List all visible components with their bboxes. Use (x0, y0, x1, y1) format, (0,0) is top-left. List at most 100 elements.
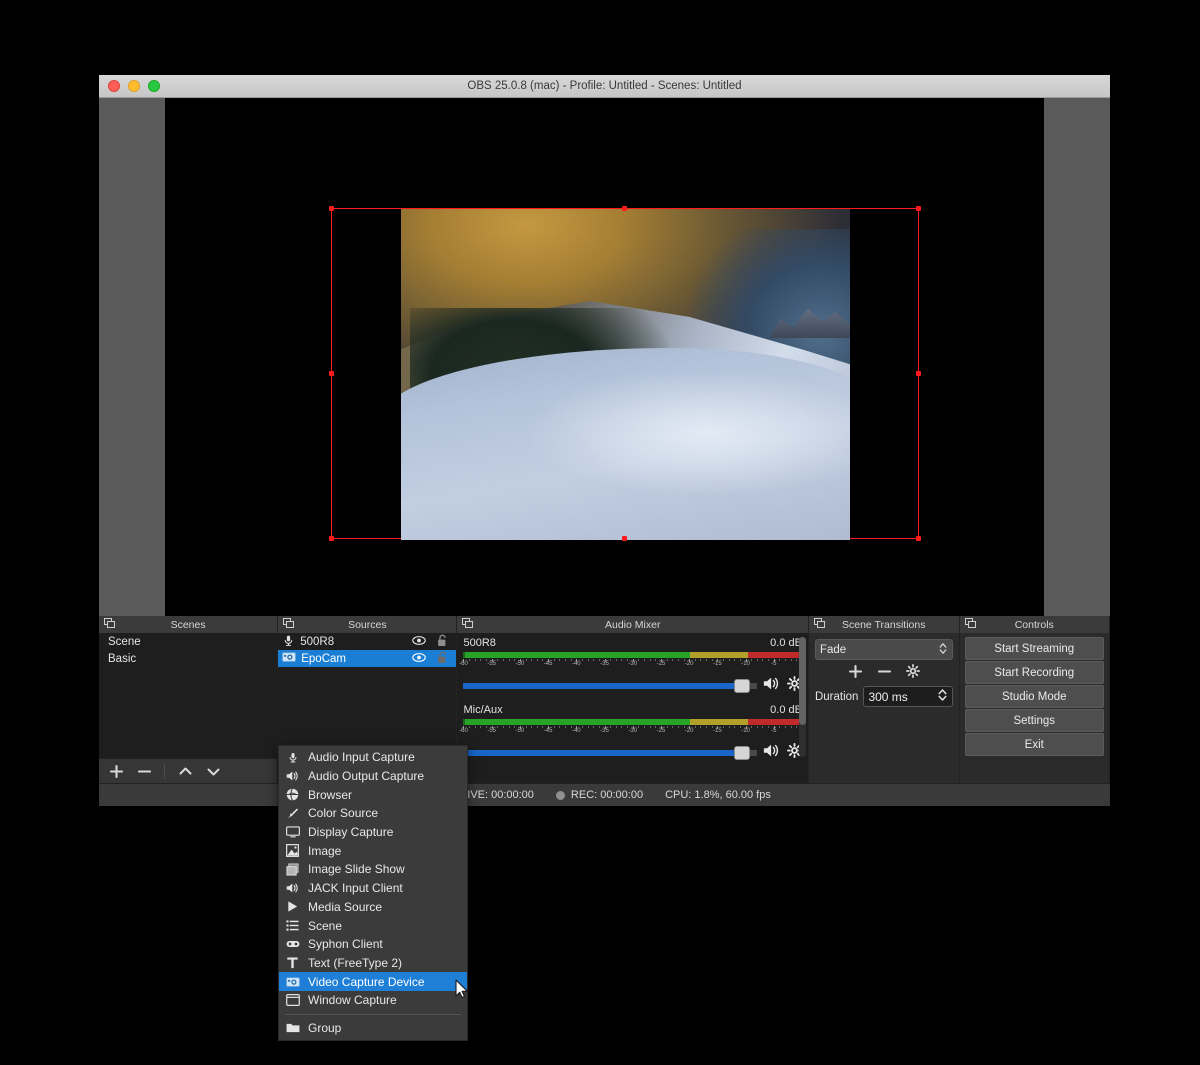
channel-db: 0.0 dB (770, 704, 802, 716)
selection-handle-bottom-right[interactable] (916, 536, 921, 541)
remove-scene-button[interactable] (131, 761, 157, 782)
menu-item-video-capture-device[interactable]: Video Capture Device (279, 972, 467, 991)
menu-item-image[interactable]: Image (279, 841, 467, 860)
window-title: OBS 25.0.8 (mac) - Profile: Untitled - S… (467, 80, 742, 92)
float-window-icon[interactable] (283, 618, 295, 632)
menu-item-label: Audio Input Capture (308, 750, 415, 765)
eye-icon[interactable] (412, 652, 427, 666)
menu-item-text-freetype[interactable]: Text (FreeType 2) (279, 954, 467, 973)
preview-canvas[interactable] (165, 98, 1044, 616)
float-window-icon[interactable] (462, 618, 474, 632)
exit-button[interactable]: Exit (964, 733, 1105, 756)
volume-slider[interactable] (463, 746, 757, 760)
transitions-dock-label: Scene Transitions (842, 618, 926, 631)
unlock-icon[interactable] (437, 634, 448, 650)
record-indicator-icon (555, 790, 565, 800)
menu-item-media-source[interactable]: Media Source (279, 898, 467, 917)
source-selection-box[interactable] (329, 206, 921, 541)
app-root: OBS 25.0.8 (mac) - Profile: Untitled - S… (0, 0, 1200, 1065)
sources-list[interactable]: 500R8 EpoCam (278, 633, 457, 758)
mixer-dock-body: 500R8 0.0 dB -60 -55 -50 -45 -40 -35 -30 -25 -20… (457, 633, 809, 783)
volume-row (463, 743, 802, 763)
brush-icon (285, 807, 300, 820)
menu-item-image-slide-show[interactable]: Image Slide Show (279, 860, 467, 879)
add-scene-button[interactable] (103, 761, 129, 782)
volume-row (463, 676, 802, 696)
transition-select[interactable]: Fade (814, 639, 953, 660)
studio-mode-button[interactable]: Studio Mode (964, 685, 1105, 708)
source-list-item[interactable]: 500R8 (278, 633, 456, 650)
add-source-context-menu[interactable]: Audio Input Capture Audio Output Capture… (278, 745, 468, 1042)
menu-item-label: Audio Output Capture (308, 769, 425, 784)
volume-meter (463, 719, 802, 725)
dock-row: Scenes Scene Basic Sources 500R8 EpoCam … (99, 616, 1111, 783)
scenes-list[interactable]: Scene Basic (99, 633, 278, 758)
audio-mixer-dock: Audio Mixer 500R8 0.0 dB -60 -55 -50 -45… (457, 616, 809, 783)
duration-input[interactable]: 300 ms (863, 686, 953, 707)
add-transition-button[interactable] (848, 664, 863, 684)
selection-handle-top-right[interactable] (916, 206, 921, 211)
menu-item-label: Color Source (308, 806, 379, 821)
transition-properties-button[interactable] (905, 664, 920, 683)
scene-list-item[interactable]: Scene (99, 633, 277, 650)
start-recording-button[interactable]: Start Recording (964, 661, 1105, 684)
volume-slider[interactable] (463, 679, 757, 693)
float-window-icon[interactable] (964, 618, 976, 632)
duration-label: Duration (814, 690, 859, 703)
menu-item-window-capture[interactable]: Window Capture (279, 991, 467, 1010)
preview-area[interactable] (99, 98, 1110, 616)
rec-status: REC: 00:00:00 (555, 789, 643, 801)
menu-item-syphon-client[interactable]: Syphon Client (279, 935, 467, 954)
spinner-arrows-icon[interactable] (937, 687, 948, 706)
move-scene-down-button[interactable] (200, 761, 226, 782)
source-list-item[interactable]: EpoCam (278, 650, 457, 667)
menu-item-scene[interactable]: Scene (279, 916, 467, 935)
selection-handle-middle-left[interactable] (329, 370, 334, 376)
remove-transition-button[interactable] (877, 664, 892, 684)
meter-scale: -60-55-50-45-40-35-30-25-20-15-10-50 (459, 659, 804, 670)
menu-item-audio-input-capture[interactable]: Audio Input Capture (279, 748, 467, 767)
channel-db: 0.0 dB (770, 637, 802, 649)
move-scene-up-button[interactable] (172, 761, 198, 782)
menu-item-label: Browser (308, 787, 353, 802)
eye-icon[interactable] (412, 635, 427, 649)
scenes-dock-title: Scenes (99, 616, 279, 633)
window-icon (285, 994, 300, 1007)
chevron-updown-icon[interactable] (938, 641, 948, 659)
source-name: EpoCam (301, 652, 346, 665)
speaker-icon[interactable] (763, 743, 781, 763)
float-window-icon[interactable] (104, 618, 115, 632)
start-streaming-button[interactable]: Start Streaming (964, 637, 1105, 660)
menu-item-display-capture[interactable]: Display Capture (279, 823, 467, 842)
menu-item-color-source[interactable]: Color Source (279, 804, 467, 823)
menu-item-label: Video Capture Device (308, 974, 425, 989)
transition-buttons (815, 662, 953, 685)
scenes-toolbar (99, 758, 278, 783)
menu-item-label: JACK Input Client (308, 881, 403, 896)
scenes-dock: Scenes Scene Basic (99, 616, 279, 783)
menu-item-label: Group (308, 1020, 342, 1035)
menu-item-browser[interactable]: Browser (279, 785, 467, 804)
speaker-icon[interactable] (763, 676, 781, 696)
mixer-dock-label: Audio Mixer (605, 618, 661, 631)
menu-item-label: Media Source (308, 899, 383, 914)
scene-list-item[interactable]: Basic (99, 650, 277, 667)
unlock-icon[interactable] (437, 651, 448, 667)
float-window-icon[interactable] (813, 618, 825, 632)
transitions-dock-title: Scene Transitions (808, 616, 960, 633)
selection-handle-top-left[interactable] (329, 206, 334, 211)
menu-item-label: Image Slide Show (308, 862, 405, 877)
image-icon (285, 844, 300, 858)
settings-button[interactable]: Settings (964, 709, 1105, 732)
menu-item-audio-output-capture[interactable]: Audio Output Capture (279, 767, 467, 786)
selection-handle-top-center[interactable] (622, 206, 627, 211)
sources-dock-title: Sources (278, 616, 458, 633)
text-icon (285, 956, 300, 969)
menu-item-group[interactable]: Group (279, 1019, 467, 1038)
selection-handle-middle-right[interactable] (916, 370, 921, 376)
selection-handle-bottom-center[interactable] (622, 536, 627, 541)
mixer-scrollbar[interactable] (798, 637, 806, 757)
obs-window: OBS 25.0.8 (mac) - Profile: Untitled - S… (99, 75, 1111, 806)
selection-handle-bottom-left[interactable] (329, 536, 334, 541)
menu-item-jack-input-client[interactable]: JACK Input Client (279, 879, 467, 898)
